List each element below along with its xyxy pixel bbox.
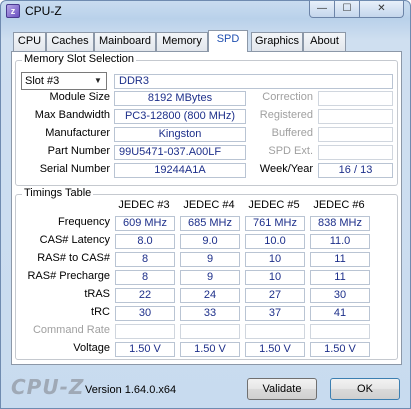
- manufacturer-value: Kingston: [114, 127, 246, 142]
- part-number-label: Part Number: [47, 145, 110, 157]
- max-bandwidth-label: Max Bandwidth: [34, 109, 110, 121]
- timing-cell: 10: [245, 252, 305, 267]
- correction-value: [318, 91, 393, 106]
- title-bar: z CPU-Z — ☐ ✕: [1, 1, 410, 23]
- trc-label: tRC: [91, 306, 110, 318]
- timing-cell: 24: [180, 288, 240, 303]
- chevron-down-icon: ▼: [94, 76, 102, 85]
- maximize-button[interactable]: ☐: [334, 1, 360, 18]
- validate-button[interactable]: Validate: [247, 378, 317, 400]
- timing-cell: [115, 324, 175, 339]
- cpu-z-window: z CPU-Z — ☐ ✕ CPU Caches Mainboard Memor…: [0, 0, 411, 409]
- cas-latency-label: CAS# Latency: [39, 234, 110, 246]
- timing-cell: 761 MHz: [245, 216, 305, 231]
- timing-cell: 10: [245, 270, 305, 285]
- tras-label: tRAS: [84, 288, 110, 300]
- command-rate-label: Command Rate: [32, 324, 110, 336]
- part-number-value: 99U5471-037.A00LF: [114, 145, 246, 160]
- week-year-value: 16 / 13: [318, 163, 393, 178]
- timing-cell: 8: [115, 270, 175, 285]
- timing-cell: 33: [180, 306, 240, 321]
- spd-ext-value: [318, 145, 393, 160]
- correction-label: Correction: [262, 91, 313, 103]
- serial-number-label: Serial Number: [39, 163, 110, 175]
- timing-cell: 9: [180, 252, 240, 267]
- timing-cell: 37: [245, 306, 305, 321]
- tab-caches[interactable]: Caches: [46, 32, 94, 51]
- registered-label: Registered: [259, 109, 313, 121]
- tab-spd[interactable]: SPD: [208, 30, 248, 52]
- timing-cell: [310, 324, 370, 339]
- ras-precharge-label: RAS# Precharge: [27, 270, 110, 282]
- ok-button[interactable]: OK: [330, 378, 400, 400]
- spd-ext-label: SPD Ext.: [268, 145, 313, 157]
- max-bandwidth-value: PC3-12800 (800 MHz): [114, 109, 246, 124]
- ras-to-cas-label: RAS# to CAS#: [37, 252, 110, 264]
- timings-column-header: JEDEC #4: [183, 199, 235, 211]
- timing-cell: 11: [310, 252, 370, 267]
- frequency-label: Frequency: [58, 216, 110, 228]
- module-size-label: Module Size: [49, 91, 110, 103]
- tab-graphics[interactable]: Graphics: [251, 32, 303, 51]
- timings-group-title: Timings Table: [22, 187, 94, 199]
- timing-cell: 11: [310, 270, 370, 285]
- tab-cpu[interactable]: CPU: [13, 32, 46, 51]
- timing-cell: [245, 324, 305, 339]
- spd-panel: Memory Slot Selection Slot #3 ▼ DDR3 Mod…: [11, 51, 402, 365]
- version-text: Version 1.64.0.x64: [85, 384, 177, 396]
- tab-memory[interactable]: Memory: [156, 32, 208, 51]
- timings-group: Timings Table JEDEC #3 JEDEC #4 JEDEC #5…: [15, 187, 398, 360]
- module-size-value: 8192 MBytes: [114, 91, 246, 106]
- timing-cell: 1.50 V: [245, 342, 305, 357]
- buffered-label: Buffered: [271, 127, 313, 139]
- memory-slot-group: Memory Slot Selection Slot #3 ▼ DDR3 Mod…: [15, 53, 398, 186]
- week-year-label: Week/Year: [259, 163, 313, 175]
- cpu-z-app-icon: z: [6, 4, 20, 18]
- timing-cell: 9.0: [180, 234, 240, 249]
- memory-slot-group-title: Memory Slot Selection: [22, 53, 137, 65]
- timing-cell: 609 MHz: [115, 216, 175, 231]
- registered-value: [318, 109, 393, 124]
- manufacturer-label: Manufacturer: [45, 127, 110, 139]
- tab-about[interactable]: About: [303, 32, 346, 51]
- timing-cell: 1.50 V: [310, 342, 370, 357]
- buffered-value: [318, 127, 393, 142]
- timing-cell: [180, 324, 240, 339]
- slot-select[interactable]: Slot #3 ▼: [21, 72, 107, 90]
- timing-cell: 27: [245, 288, 305, 303]
- timings-column-header: JEDEC #3: [118, 199, 170, 211]
- timing-cell: 8.0: [115, 234, 175, 249]
- timing-cell: 30: [310, 288, 370, 303]
- timings-column-header: JEDEC #6: [313, 199, 365, 211]
- timing-cell: 41: [310, 306, 370, 321]
- timing-cell: 1.50 V: [180, 342, 240, 357]
- window-title: CPU-Z: [25, 4, 62, 18]
- memory-type-field: DDR3: [114, 74, 393, 89]
- close-button[interactable]: ✕: [359, 1, 404, 18]
- tab-mainboard[interactable]: Mainboard: [94, 32, 156, 51]
- timing-cell: 30: [115, 306, 175, 321]
- timing-cell: 1.50 V: [115, 342, 175, 357]
- timing-cell: 11.0: [310, 234, 370, 249]
- slot-select-value: Slot #3: [25, 75, 60, 87]
- timing-cell: 10.0: [245, 234, 305, 249]
- timing-cell: 22: [115, 288, 175, 303]
- timing-cell: 8: [115, 252, 175, 267]
- voltage-label: Voltage: [73, 342, 110, 354]
- timing-cell: 838 MHz: [310, 216, 370, 231]
- timing-cell: 9: [180, 270, 240, 285]
- serial-number-value: 19244A1A: [114, 163, 246, 178]
- cpu-z-logo: CPU-Z: [11, 375, 85, 399]
- minimize-button[interactable]: —: [309, 1, 335, 18]
- timing-cell: 685 MHz: [180, 216, 240, 231]
- timings-column-header: JEDEC #5: [248, 199, 300, 211]
